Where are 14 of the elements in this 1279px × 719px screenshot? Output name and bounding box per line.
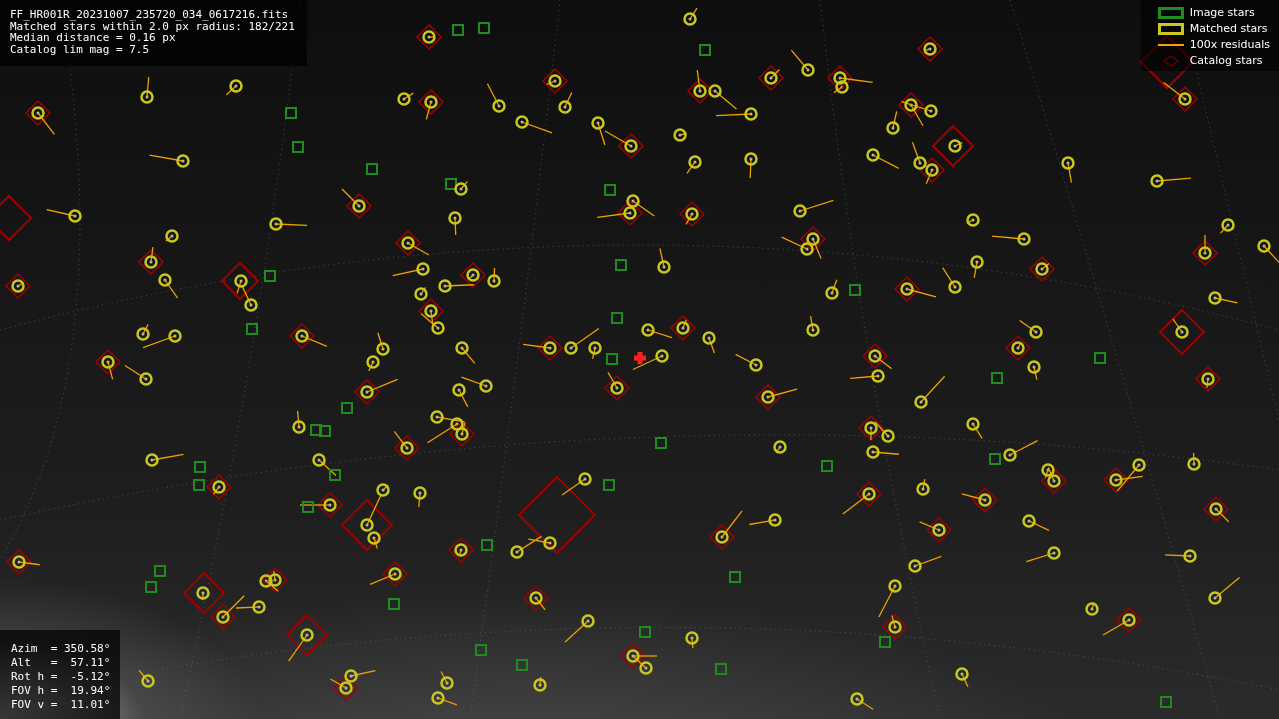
- pointing-text: Alt = 57.11°: [11, 656, 111, 670]
- pointing-text: Rot h = -5.12°: [11, 670, 111, 684]
- legend-label: Image stars: [1189, 6, 1255, 19]
- info-text: Median distance = 0.16 px: [10, 32, 176, 44]
- center-cross-icon: [634, 352, 646, 364]
- info-text: Catalog lim mag = 7.5: [10, 43, 151, 55]
- pointing-text: FOV v = 11.01°: [11, 698, 111, 712]
- legend-label: Matched stars: [1189, 22, 1268, 35]
- legend-label: 100x residuals: [1189, 38, 1270, 51]
- legend-label: Catalog stars: [1189, 54, 1263, 67]
- info-text: Matched stars within 2.0 px radius: 182/221: [10, 20, 295, 32]
- pointing-text: FOV h = 19.94°: [11, 684, 111, 698]
- info-text: FF_HR001R_20231007_235720_034_0617216.fits: [10, 9, 290, 21]
- pointing-text: Azim = 350.58°: [11, 642, 111, 656]
